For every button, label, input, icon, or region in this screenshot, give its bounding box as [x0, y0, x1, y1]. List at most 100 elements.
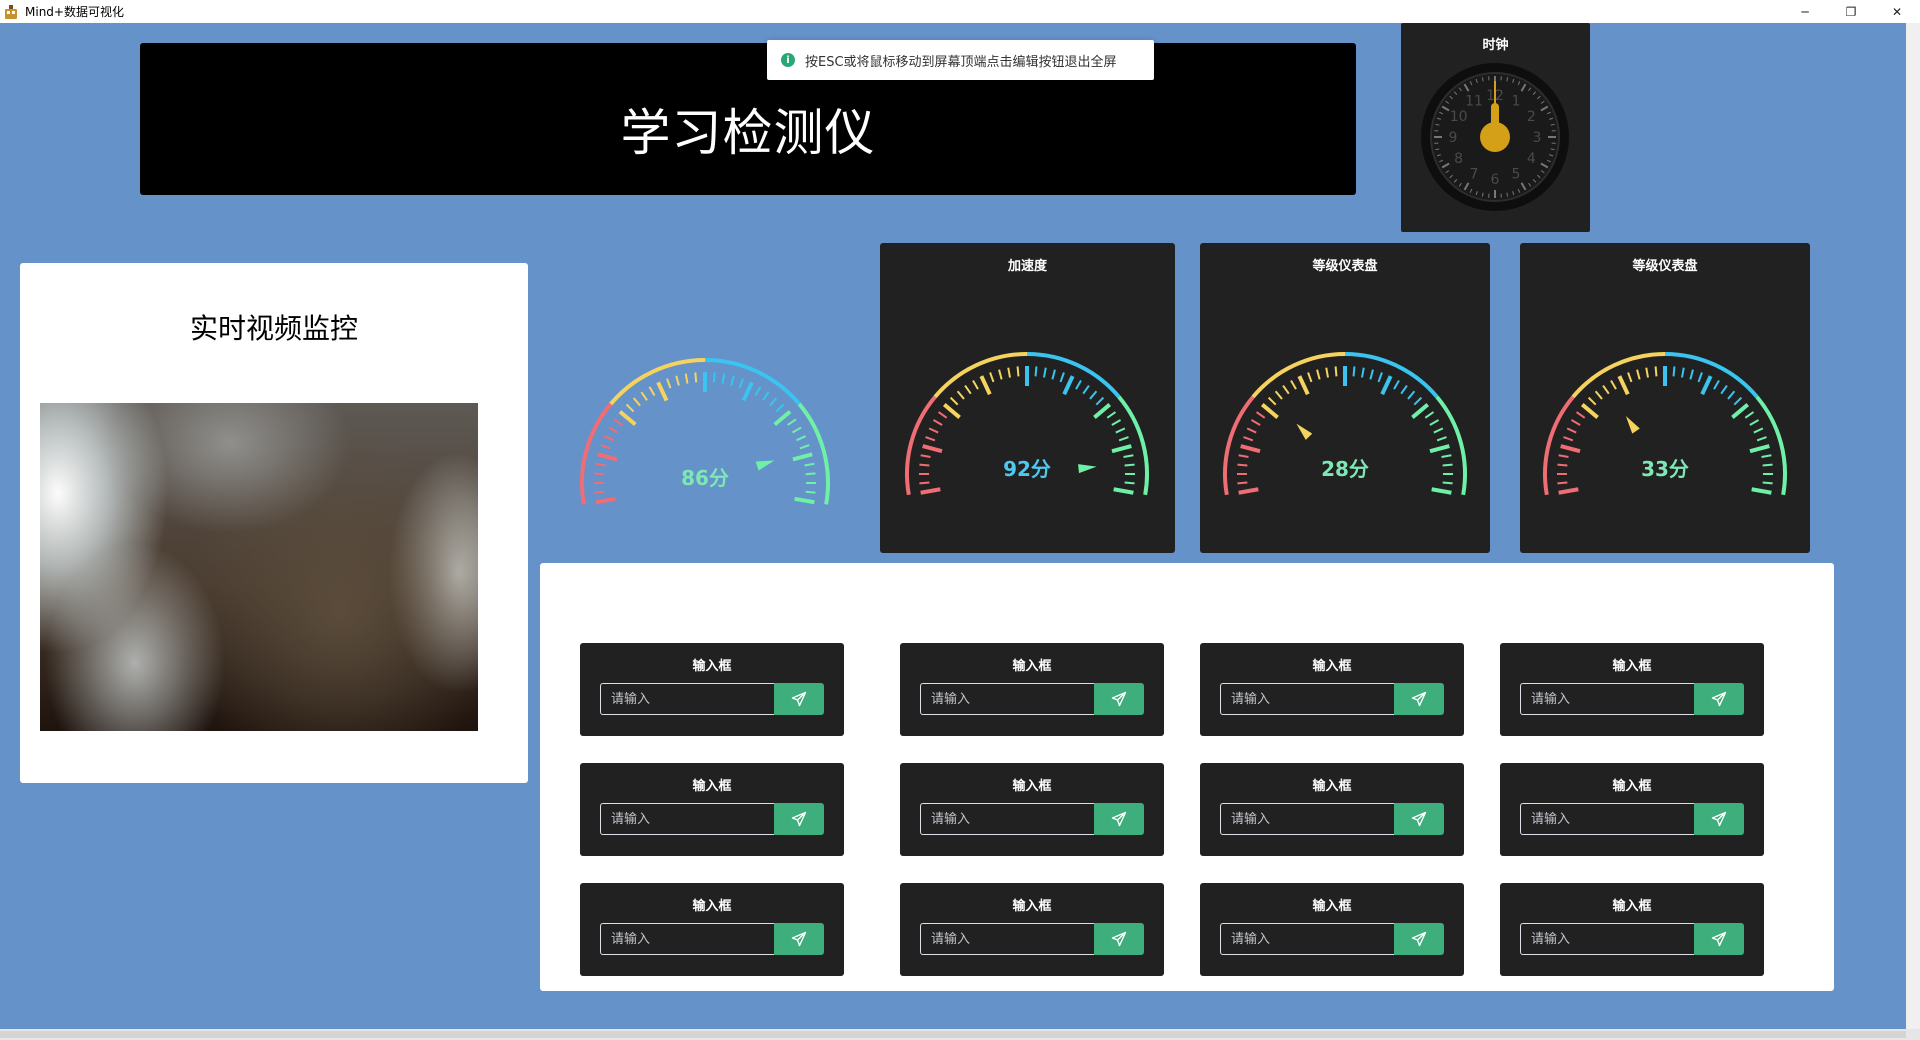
text-input[interactable] — [1520, 923, 1694, 955]
clock-panel: 时钟 121234567891011 — [1401, 23, 1590, 232]
text-input[interactable] — [600, 683, 774, 715]
text-input[interactable] — [920, 683, 1094, 715]
gauge-tick — [1681, 367, 1685, 378]
send-button[interactable] — [1394, 683, 1444, 715]
gauge-tick — [1124, 463, 1135, 467]
send-button[interactable] — [774, 683, 824, 715]
send-button[interactable] — [1394, 923, 1444, 955]
gauge-tick — [1429, 419, 1440, 426]
send-button[interactable] — [1694, 923, 1744, 955]
send-icon — [791, 811, 807, 827]
send-button[interactable] — [1094, 803, 1144, 835]
gauge-tick — [1237, 481, 1248, 485]
minimize-button[interactable]: ─ — [1782, 0, 1828, 23]
score-gauge-1: 86分 — [570, 343, 840, 523]
gauge-tick — [1442, 463, 1453, 467]
text-input[interactable] — [920, 923, 1094, 955]
gauge-tick — [1307, 372, 1313, 383]
gauge-tick — [1744, 411, 1755, 419]
text-input[interactable] — [1220, 803, 1394, 835]
gauge-tick — [956, 390, 965, 400]
text-input[interactable] — [920, 803, 1094, 835]
scrollbar-thumb[interactable] — [0, 1031, 1906, 1038]
input-card-title: 输入框 — [1012, 779, 1052, 794]
input-row — [920, 683, 1144, 715]
input-cards-section: 输入框输入框输入框输入框输入框输入框输入框输入框输入框输入框输入框输入框 — [540, 563, 1834, 991]
gauge-arc-segment — [1026, 352, 1121, 399]
horizontal-scrollbar[interactable] — [0, 1029, 1920, 1040]
send-button[interactable] — [774, 923, 824, 955]
gauge-tick — [1267, 396, 1277, 406]
send-icon — [791, 691, 807, 707]
gauge-tick — [1713, 379, 1720, 390]
gauge-tick — [1720, 384, 1728, 395]
send-button[interactable] — [1094, 923, 1144, 955]
send-icon — [1111, 691, 1127, 707]
gauge-value-label: 28分 — [1321, 457, 1369, 481]
send-button[interactable] — [1094, 683, 1144, 715]
gauge-tick — [1627, 372, 1633, 383]
gauge-tick — [597, 452, 618, 462]
text-input[interactable] — [1220, 923, 1394, 955]
gauge-tick — [942, 403, 961, 419]
send-icon — [1111, 811, 1127, 827]
gauge-arc-segment — [797, 402, 830, 505]
close-button[interactable]: ✕ — [1874, 0, 1920, 23]
gauge-value-label: 92分 — [1003, 457, 1051, 481]
text-input[interactable] — [1220, 683, 1394, 715]
gauge-dial: 33分 — [1543, 352, 1787, 496]
restore-button[interactable]: ❐ — [1828, 0, 1874, 23]
vertical-scrollbar[interactable] — [1906, 23, 1920, 1029]
gauge-tick — [804, 462, 815, 467]
text-input[interactable] — [1520, 683, 1694, 715]
video-title: 实时视频监控 — [189, 312, 358, 345]
gauge-tick — [1672, 366, 1676, 377]
gauge-tick — [656, 381, 669, 402]
gauge-tick — [640, 391, 648, 401]
gauge-tick — [1654, 366, 1658, 377]
gauge-tick — [1238, 454, 1249, 458]
send-button[interactable] — [1694, 803, 1744, 835]
gauge-tick — [920, 487, 941, 495]
gauge-tick — [1124, 481, 1135, 485]
input-card: 输入框 — [1200, 763, 1464, 856]
gauge-tick — [1282, 384, 1290, 395]
send-button[interactable] — [1694, 683, 1744, 715]
text-input[interactable] — [600, 803, 774, 835]
gauge-tick — [1762, 481, 1773, 485]
text-input[interactable] — [600, 923, 774, 955]
gauge-tick — [1240, 444, 1261, 454]
gauge-tick — [1749, 419, 1760, 426]
text-input[interactable] — [1520, 803, 1694, 835]
send-button[interactable] — [774, 803, 824, 835]
input-card-title: 输入框 — [692, 659, 732, 674]
clock-center-cap — [1480, 122, 1510, 152]
send-button[interactable] — [1394, 803, 1444, 835]
gauge-tick — [694, 372, 698, 383]
clock-numeral: 1 — [1512, 94, 1521, 110]
input-row — [1520, 923, 1744, 955]
window-title: Mind+数据可视化 — [25, 5, 124, 19]
level-gauge-panel-1: 等级仪表盘 28分 — [1200, 243, 1490, 553]
gauge-tick — [1602, 384, 1610, 395]
input-row — [600, 923, 824, 955]
gauge-tick — [1431, 487, 1452, 495]
gauge-tick — [998, 369, 1003, 380]
gauge-arc-segment — [1571, 352, 1666, 399]
gauge-tick — [1441, 454, 1452, 458]
gauge-tick — [738, 378, 744, 389]
page-title: 学习检测仪 — [620, 104, 876, 162]
gauge-tick — [1115, 427, 1126, 434]
gauge-tick — [989, 372, 995, 383]
clock-numeral: 10 — [1450, 109, 1468, 125]
gauge-tick — [1062, 375, 1075, 396]
gauge-tick — [1753, 427, 1764, 434]
gauge-tick — [1575, 411, 1586, 419]
gauge-tick — [1400, 384, 1408, 395]
gauge-dial: 28分 — [1223, 352, 1467, 496]
gauge-tick — [775, 403, 785, 413]
input-card-title: 输入框 — [1312, 779, 1352, 794]
gauge-tick — [754, 386, 762, 397]
gauge-tick — [1325, 367, 1329, 378]
clock-numeral: 5 — [1512, 166, 1521, 182]
